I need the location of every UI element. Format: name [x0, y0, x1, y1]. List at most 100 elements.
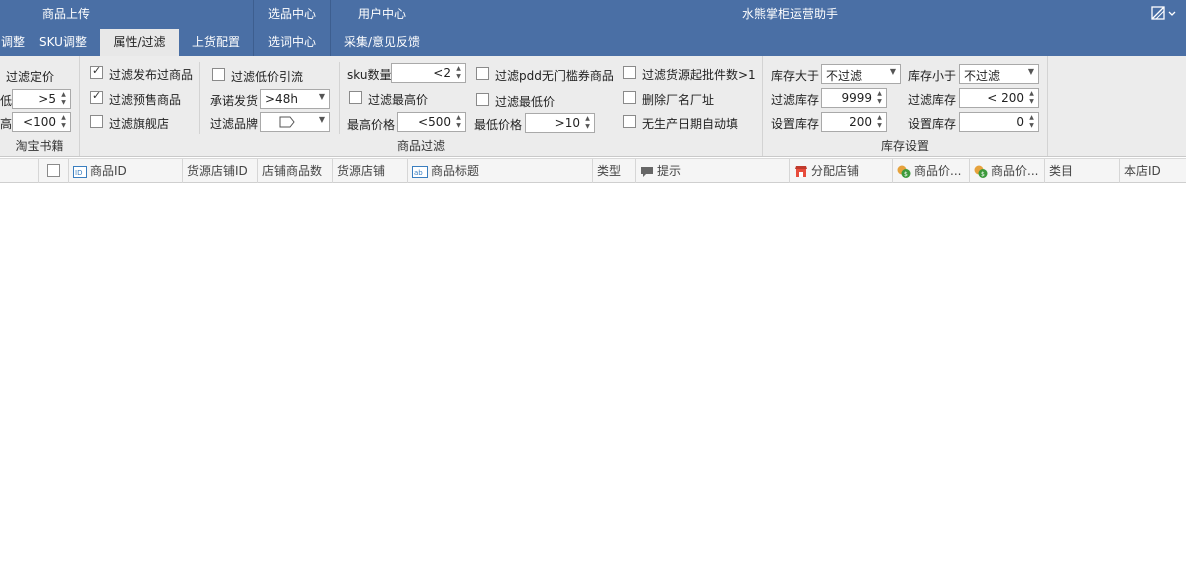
grid-header: ID 商品ID 货源店铺ID 店铺商品数 货源店铺 ab 商品标题 类型 提示 分配… [0, 158, 1186, 183]
filter-minprice-checkbox[interactable] [476, 93, 489, 106]
spin-arrows-icon[interactable]: ▲ ▼ [454, 65, 463, 81]
group-header-user-center[interactable]: 用户中心 [331, 0, 433, 29]
group-label-stock-settings: 库存设置 [880, 139, 929, 153]
group-stock-settings: 库存大于 不过滤 ▼ 库存小于 不过滤 ▼ 过滤库存 9999 ▲ ▼ 过滤库存 … [763, 56, 1048, 156]
column-header-type[interactable]: 类型 [593, 159, 636, 183]
max-price-label: 最高价格 [347, 118, 396, 132]
filter-price-label: 过滤定价 [6, 70, 55, 84]
group-header-selection-center[interactable]: 选品中心 [254, 0, 330, 29]
high-price-spinner[interactable]: <100 ▲ ▼ [12, 112, 71, 132]
min-price-label: 最低价格 [474, 118, 523, 132]
set-stock-value-1: 200 [849, 115, 872, 129]
filter-presale-checkbox[interactable] [90, 89, 103, 104]
id-icon: ID [73, 165, 87, 178]
min-price-value: >10 [554, 116, 580, 130]
spin-arrows-icon[interactable]: ▲ ▼ [1027, 114, 1036, 130]
filter-stock-label-2: 过滤库存 [908, 93, 957, 107]
column-header-product-title[interactable]: ab 商品标题 [408, 159, 593, 183]
spin-arrows-icon[interactable]: ▲ ▼ [1027, 90, 1036, 106]
tab-adjust[interactable]: 调整 [0, 29, 26, 56]
column-header-product-price-2[interactable]: $ 商品价... [970, 159, 1045, 183]
set-stock-value-2: 0 [1016, 115, 1024, 129]
stock-lt-select[interactable]: 不过滤 ▼ [959, 64, 1039, 84]
filter-stock-spinner-2[interactable]: < 200 ▲ ▼ [959, 88, 1039, 108]
column-header-select[interactable] [39, 159, 69, 183]
column-header-shop-product-count[interactable]: 店铺商品数 [258, 159, 333, 183]
set-stock-spinner-2[interactable]: 0 ▲ ▼ [959, 112, 1039, 132]
price-icon: $ [974, 165, 988, 178]
window-menu-button[interactable] [1150, 4, 1184, 24]
set-stock-spinner-1[interactable]: 200 ▲ ▼ [821, 112, 887, 132]
spin-arrows-icon[interactable]: ▲ ▼ [875, 90, 884, 106]
set-stock-label-1: 设置库存 [771, 117, 820, 131]
tag-icon [279, 116, 295, 128]
filter-brand-select[interactable]: ▼ [260, 112, 330, 132]
spin-arrows-icon[interactable]: ▲ ▼ [875, 114, 884, 130]
filter-published-label: 过滤发布过商品 [109, 68, 194, 82]
stock-gt-select[interactable]: 不过滤 ▼ [821, 64, 901, 84]
tab-collect-feedback[interactable]: 采集/意见反馈 [331, 29, 433, 56]
filter-pdd-checkbox[interactable] [476, 67, 489, 80]
filter-flagship-checkbox[interactable] [90, 115, 103, 128]
divider [339, 62, 340, 134]
grid-body[interactable] [0, 183, 1186, 588]
group-taobao-books: 过滤定价 低 >5 ▲ ▼ 高 <100 ▲ ▼ 淘宝书籍 [0, 56, 80, 156]
stock-gt-value: 不过滤 [826, 69, 863, 83]
tab-upload-config[interactable]: 上货配置 [179, 29, 253, 56]
group-header-product-upload[interactable]: 商品上传 [0, 0, 132, 29]
group-product-filter: 过滤发布过商品 过滤预售商品 过滤旗舰店 过滤低价引流 承诺发货 >48h ▼ … [80, 56, 763, 156]
svg-text:ab: ab [414, 169, 423, 177]
chevron-down-icon: ▼ [889, 67, 896, 76]
filter-stock-spinner-1[interactable]: 9999 ▲ ▼ [821, 88, 887, 108]
column-label: 商品标题 [431, 164, 480, 178]
column-header-source-shop[interactable]: 货源店铺 [333, 159, 408, 183]
delete-factory-label: 删除厂名厂址 [642, 93, 715, 107]
column-header-store-id[interactable]: 本店ID [1120, 159, 1186, 183]
filter-lowprice-label: 过滤低价引流 [231, 70, 304, 84]
column-header-tip[interactable]: 提示 [636, 159, 790, 183]
filter-flagship-label: 过滤旗舰店 [109, 117, 170, 131]
column-header-source-shop-id[interactable]: 货源店铺ID [183, 159, 258, 183]
low-price-label: 低 [0, 94, 13, 108]
chevron-down-icon: ▼ [318, 92, 325, 101]
filter-presale-label: 过滤预售商品 [109, 93, 182, 107]
set-stock-label-2: 设置库存 [908, 117, 957, 131]
low-price-spinner[interactable]: >5 ▲ ▼ [12, 89, 71, 109]
chevron-down-icon: ▼ [318, 115, 325, 124]
delete-factory-checkbox[interactable] [623, 91, 636, 104]
no-prod-date-checkbox[interactable] [623, 115, 636, 128]
sku-count-spinner[interactable]: <2 ▲ ▼ [391, 63, 466, 83]
filter-batch-checkbox[interactable] [623, 66, 636, 79]
sku-count-label: sku数量 [347, 68, 392, 82]
app-title: 水熊掌柜运营助手 [741, 7, 838, 21]
ab-icon: ab [412, 165, 428, 178]
promise-ship-select[interactable]: >48h ▼ [260, 89, 330, 109]
tab-attribute-filter[interactable]: 属性/过滤 [100, 29, 179, 56]
column-label: 商品价... [914, 164, 962, 178]
column-header-assign-shop[interactable]: 分配店铺 [790, 159, 893, 183]
spin-arrows-icon[interactable]: ▲ ▼ [583, 115, 592, 131]
column-label: 商品价... [991, 164, 1039, 178]
column-header-product-id[interactable]: ID 商品ID [69, 159, 183, 183]
column-header-category[interactable]: 类目 [1045, 159, 1120, 183]
filter-lowprice-checkbox[interactable] [212, 68, 225, 81]
filter-maxprice-checkbox[interactable] [349, 91, 362, 104]
stock-gt-label: 库存大于 [771, 69, 820, 83]
tab-keyword-center[interactable]: 选词中心 [254, 29, 330, 56]
spin-arrows-icon[interactable]: ▲ ▼ [454, 114, 463, 130]
filter-maxprice-label: 过滤最高价 [368, 93, 429, 107]
max-price-spinner[interactable]: <500 ▲ ▼ [397, 112, 466, 132]
filter-brand-label: 过滤品牌 [210, 117, 259, 131]
no-prod-date-label: 无生产日期自动填 [642, 117, 739, 131]
price-icon: $ [897, 165, 911, 178]
low-price-value: >5 [38, 92, 56, 106]
spin-arrows-icon[interactable]: ▲ ▼ [59, 91, 68, 107]
filter-published-checkbox[interactable] [90, 64, 103, 79]
tab-sku-adjust[interactable]: SKU调整 [26, 29, 100, 56]
svg-text:$: $ [981, 171, 985, 178]
spin-arrows-icon[interactable]: ▲ ▼ [59, 114, 68, 130]
chevron-down-icon: ▼ [1027, 67, 1034, 76]
column-header-product-price-1[interactable]: $ 商品价... [893, 159, 970, 183]
select-all-checkbox[interactable] [47, 164, 60, 177]
min-price-spinner[interactable]: >10 ▲ ▼ [525, 113, 595, 133]
